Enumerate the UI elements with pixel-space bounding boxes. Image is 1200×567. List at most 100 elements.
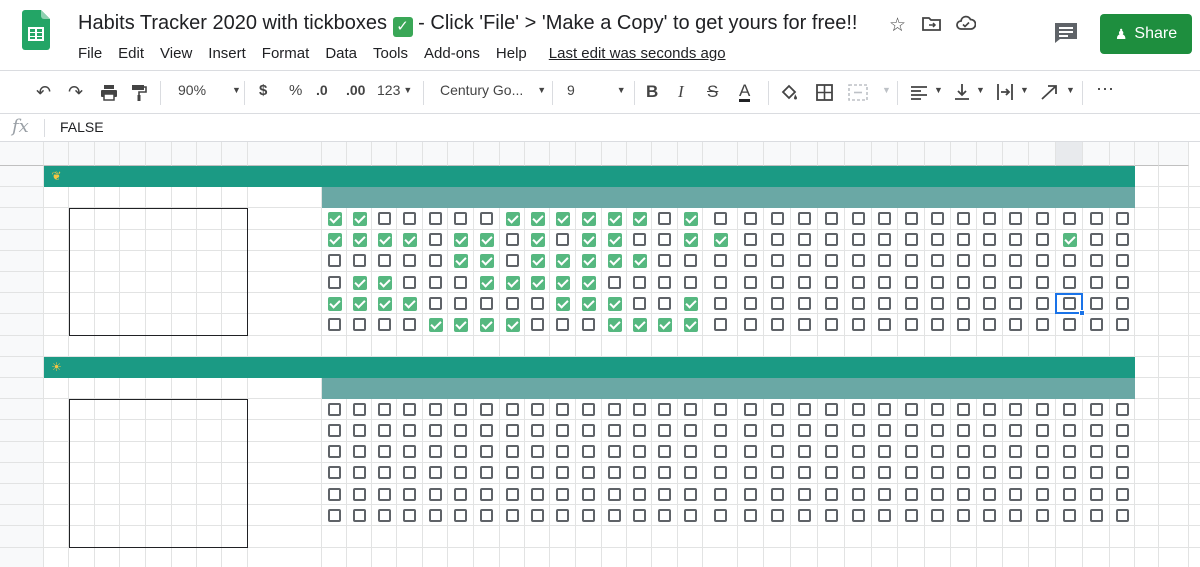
habit-checkbox[interactable] (744, 445, 757, 459)
zoom-select[interactable]: 90% ▼ (178, 82, 241, 98)
column-header[interactable] (703, 142, 738, 166)
habit-checkbox[interactable] (878, 233, 891, 247)
habit-checkbox[interactable] (1089, 233, 1103, 247)
habit-checkbox[interactable] (327, 402, 341, 416)
habit-checkbox[interactable] (1115, 212, 1129, 225)
column-header[interactable] (397, 142, 423, 166)
merge-cells-icon[interactable] (848, 84, 868, 101)
habit-checkbox[interactable] (632, 318, 647, 332)
habit-checkbox[interactable] (1089, 508, 1103, 522)
habit-checkbox[interactable] (1089, 466, 1103, 480)
habit-checkbox[interactable] (505, 445, 519, 459)
select-all-corner[interactable] (0, 142, 44, 166)
habit-checkbox[interactable] (505, 402, 519, 416)
habit-checkbox[interactable] (770, 487, 784, 501)
habit-checkbox[interactable] (632, 212, 647, 226)
column-header[interactable] (1003, 142, 1029, 166)
more-options-icon[interactable]: ⋯ (1096, 79, 1114, 100)
column-header[interactable] (347, 142, 372, 166)
habit-checkbox[interactable] (428, 487, 442, 501)
menu-addons[interactable]: Add-ons (424, 45, 480, 62)
habit-checkbox[interactable] (797, 402, 811, 416)
habit-checkbox[interactable] (505, 254, 519, 268)
habit-checkbox[interactable] (683, 212, 698, 226)
habit-checkbox[interactable] (797, 212, 811, 225)
habit-checkbox[interactable] (744, 233, 757, 247)
habit-checkbox[interactable] (770, 233, 784, 247)
habit-checkbox[interactable] (582, 212, 596, 226)
menu-insert[interactable]: Insert (208, 45, 246, 62)
menu-tools[interactable]: Tools (373, 45, 408, 62)
habit-checkbox[interactable] (904, 424, 918, 437)
habit-checkbox[interactable] (878, 296, 891, 310)
habit-checkbox[interactable] (957, 445, 970, 459)
habit-checkbox[interactable] (454, 466, 467, 480)
habit-checkbox[interactable] (454, 233, 468, 248)
print-icon[interactable] (100, 84, 118, 101)
habit-checkbox[interactable] (824, 275, 838, 289)
habit-checkbox[interactable] (1062, 233, 1077, 248)
habit-checkbox[interactable] (983, 318, 996, 331)
habit-checkbox[interactable] (931, 296, 944, 310)
row-header[interactable] (0, 314, 44, 336)
habit-checkbox[interactable] (658, 402, 671, 416)
habit-checkbox[interactable] (957, 424, 970, 437)
habit-checkbox[interactable] (713, 275, 727, 289)
habit-checkbox[interactable] (683, 254, 697, 268)
habit-checkbox[interactable] (744, 466, 757, 480)
habit-checkbox[interactable] (403, 508, 416, 522)
habit-checkbox[interactable] (454, 275, 467, 289)
row-header[interactable] (0, 526, 44, 548)
habit-checkbox[interactable] (658, 254, 671, 268)
habit-checkbox[interactable] (824, 296, 838, 310)
text-wrap-icon[interactable] (996, 83, 1014, 101)
habit-checkbox[interactable] (480, 318, 494, 332)
habit-checkbox[interactable] (607, 466, 621, 480)
habit-checkbox[interactable] (352, 466, 366, 480)
habit-checkbox[interactable] (1089, 445, 1103, 459)
habit-checkbox[interactable] (1009, 254, 1022, 268)
paint-format-icon[interactable] (131, 84, 147, 102)
row-header[interactable] (0, 505, 44, 527)
habit-checkbox[interactable] (582, 275, 596, 290)
habit-checkbox[interactable] (1062, 466, 1076, 480)
habit-checkbox[interactable] (352, 508, 366, 522)
habit-checkbox[interactable] (1035, 296, 1049, 310)
habit-checkbox[interactable] (1009, 445, 1022, 459)
habit-checkbox[interactable] (713, 466, 727, 480)
habit-checkbox[interactable] (1035, 233, 1049, 247)
sheet-grid[interactable]: ❦ ☀ (0, 142, 1200, 567)
habit-checkbox[interactable] (797, 487, 811, 501)
habit-checkbox[interactable] (1089, 212, 1103, 225)
habit-checkbox[interactable] (931, 318, 944, 331)
habit-checkbox[interactable] (770, 466, 784, 480)
habit-checkbox[interactable] (931, 466, 944, 480)
habit-checkbox[interactable] (824, 508, 838, 522)
habit-checkbox[interactable] (770, 508, 784, 522)
habit-checkbox[interactable] (744, 424, 757, 437)
habit-checkbox[interactable] (1115, 233, 1129, 247)
habit-checkbox[interactable] (683, 318, 698, 332)
habit-checkbox[interactable] (658, 487, 671, 501)
habit-checkbox[interactable] (530, 233, 545, 248)
habit-checkbox[interactable] (770, 318, 784, 331)
habit-checkbox[interactable] (931, 402, 944, 416)
habit-checkbox[interactable] (428, 402, 442, 416)
habit-checkbox[interactable] (352, 275, 367, 290)
habit-checkbox[interactable] (352, 296, 367, 311)
row-header[interactable] (0, 420, 44, 442)
habit-checkbox[interactable] (352, 402, 366, 416)
habit-checkbox[interactable] (878, 402, 891, 416)
habit-checkbox[interactable] (556, 508, 569, 522)
habit-checkbox[interactable] (556, 424, 569, 437)
habit-checkbox[interactable] (454, 318, 468, 332)
row-header[interactable] (0, 229, 44, 251)
column-header[interactable] (627, 142, 652, 166)
habit-checkbox[interactable] (851, 296, 865, 310)
habit-checkbox[interactable] (713, 254, 727, 268)
column-header[interactable] (898, 142, 925, 166)
column-header[interactable] (550, 142, 576, 166)
column-header[interactable] (951, 142, 977, 166)
column-header[interactable] (448, 142, 474, 166)
habit-checkbox[interactable] (480, 212, 493, 225)
